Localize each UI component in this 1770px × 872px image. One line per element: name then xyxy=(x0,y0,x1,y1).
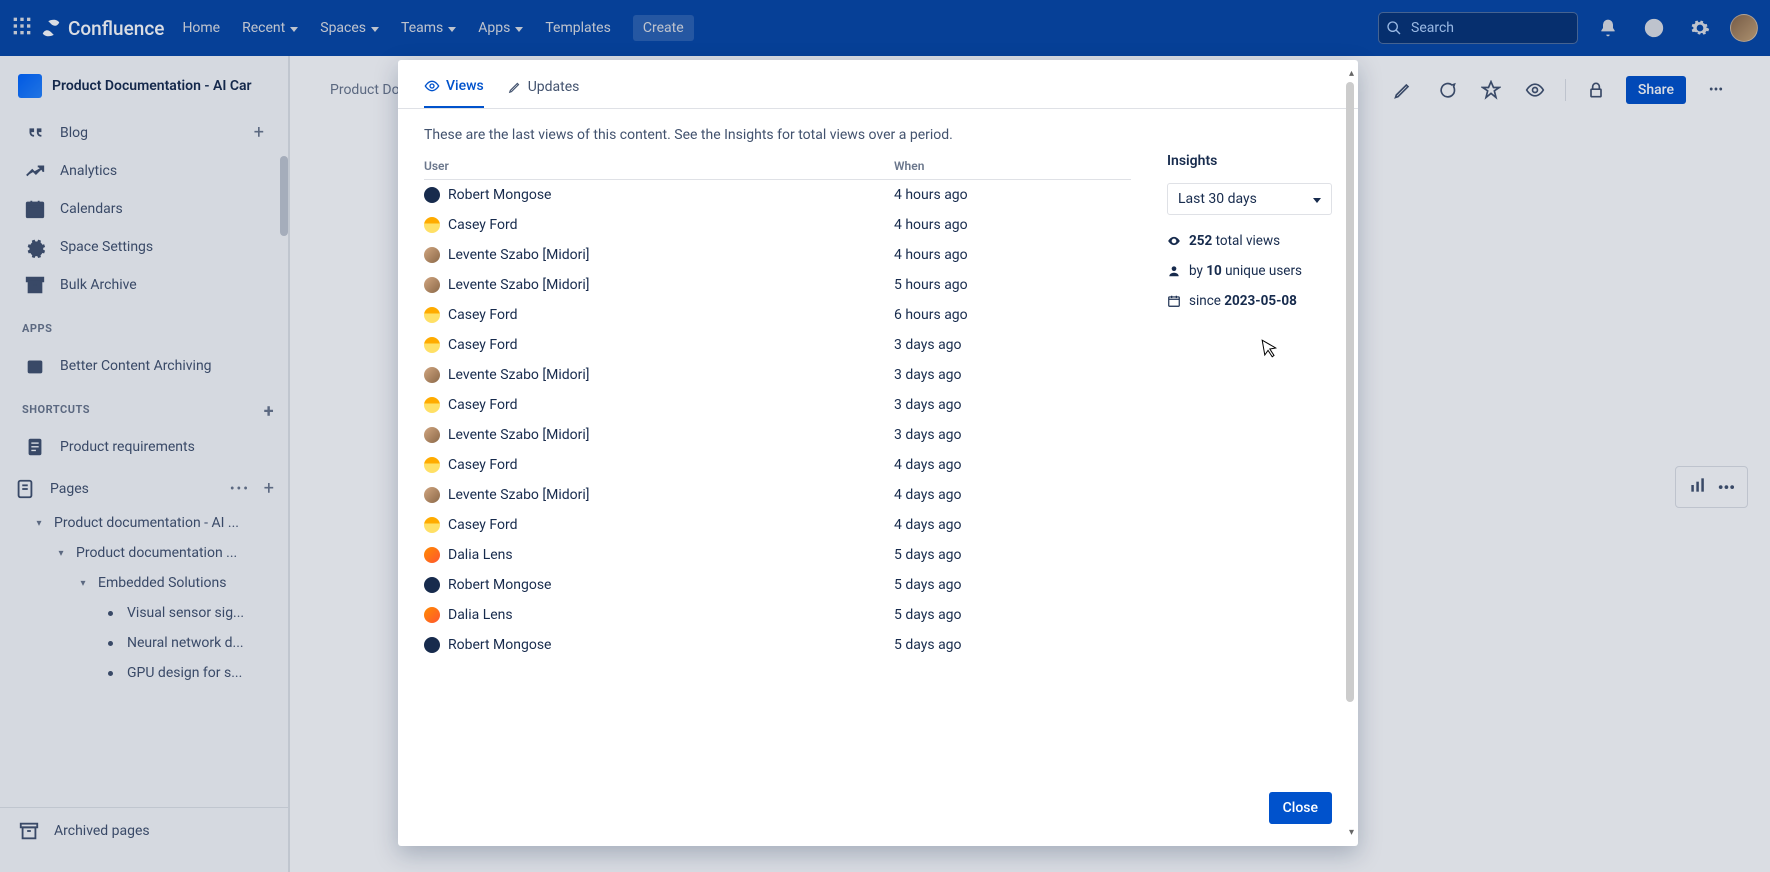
view-when: 5 days ago xyxy=(894,547,962,563)
view-when: 4 days ago xyxy=(894,517,962,533)
view-when: 4 hours ago xyxy=(894,247,968,263)
view-when: 5 hours ago xyxy=(894,277,968,293)
view-row: Robert Mongose 5 days ago xyxy=(424,630,1131,660)
view-row: Levente Szabo [Midori] 3 days ago xyxy=(424,360,1131,390)
view-when: 5 days ago xyxy=(894,577,962,593)
user-name[interactable]: Levente Szabo [Midori] xyxy=(448,277,589,293)
chevron-down-icon xyxy=(1311,191,1321,207)
view-row: Robert Mongose 4 hours ago xyxy=(424,180,1131,210)
view-row: Dalia Lens 5 days ago xyxy=(424,600,1131,630)
user-name[interactable]: Levente Szabo [Midori] xyxy=(448,247,589,263)
view-row: Robert Mongose 5 days ago xyxy=(424,570,1131,600)
view-when: 5 days ago xyxy=(894,607,962,623)
stat-users: by 10 unique users xyxy=(1167,263,1332,279)
user-name[interactable]: Robert Mongose xyxy=(448,637,551,653)
view-row: Levente Szabo [Midori] 4 days ago xyxy=(424,480,1131,510)
insights-panel: Insights Last 30 days 252 total views by… xyxy=(1167,153,1332,768)
col-when: When xyxy=(894,159,924,173)
tab-updates[interactable]: Updates xyxy=(508,78,580,108)
user-name[interactable]: Casey Ford xyxy=(448,457,517,473)
user-avatar xyxy=(424,457,440,473)
close-button[interactable]: Close xyxy=(1269,792,1332,824)
view-row: Levente Szabo [Midori] 5 hours ago xyxy=(424,270,1131,300)
user-name[interactable]: Levente Szabo [Midori] xyxy=(448,487,589,503)
period-select[interactable]: Last 30 days xyxy=(1167,183,1332,215)
modal-tabs: Views Updates xyxy=(398,60,1358,109)
view-row: Casey Ford 6 hours ago xyxy=(424,300,1131,330)
user-name[interactable]: Casey Ford xyxy=(448,337,517,353)
user-icon xyxy=(1167,264,1181,278)
eye-icon xyxy=(424,78,440,94)
user-name[interactable]: Casey Ford xyxy=(448,397,517,413)
user-name[interactable]: Dalia Lens xyxy=(448,547,513,563)
view-when: 4 hours ago xyxy=(894,187,968,203)
view-when: 4 days ago xyxy=(894,487,962,503)
user-avatar xyxy=(424,637,440,653)
user-name[interactable]: Robert Mongose xyxy=(448,577,551,593)
list-header: User When xyxy=(424,153,1131,180)
view-when: 6 hours ago xyxy=(894,307,968,323)
col-user: User xyxy=(424,159,894,173)
view-when: 3 days ago xyxy=(894,397,962,413)
view-when: 4 hours ago xyxy=(894,217,968,233)
view-when: 4 days ago xyxy=(894,457,962,473)
user-avatar xyxy=(424,547,440,563)
user-avatar xyxy=(424,367,440,383)
modal-scrollbar[interactable]: ▴ ▾ xyxy=(1342,68,1356,838)
insights-heading: Insights xyxy=(1167,153,1332,169)
user-avatar xyxy=(424,427,440,443)
view-row: Casey Ford 4 days ago xyxy=(424,450,1131,480)
views-list: User When Robert Mongose4 hours agoCasey… xyxy=(424,153,1131,768)
user-name[interactable]: Levente Szabo [Midori] xyxy=(448,427,589,443)
view-row: Dalia Lens 5 days ago xyxy=(424,540,1131,570)
eye-icon xyxy=(1167,234,1181,248)
user-name[interactable]: Robert Mongose xyxy=(448,187,551,203)
view-when: 3 days ago xyxy=(894,427,962,443)
user-name[interactable]: Casey Ford xyxy=(448,307,517,323)
view-when: 5 days ago xyxy=(894,637,962,653)
user-avatar xyxy=(424,307,440,323)
view-row: Levente Szabo [Midori] 4 hours ago xyxy=(424,240,1131,270)
user-avatar xyxy=(424,277,440,293)
view-row: Levente Szabo [Midori] 3 days ago xyxy=(424,420,1131,450)
stat-views: 252 total views xyxy=(1167,233,1332,249)
tab-views[interactable]: Views xyxy=(424,78,484,108)
view-row: Casey Ford 4 hours ago xyxy=(424,210,1131,240)
user-name[interactable]: Casey Ford xyxy=(448,517,517,533)
view-row: Casey Ford 4 days ago xyxy=(424,510,1131,540)
view-row: Casey Ford 3 days ago xyxy=(424,330,1131,360)
pencil-icon xyxy=(508,80,522,94)
user-avatar xyxy=(424,337,440,353)
modal-subtext: These are the last views of this content… xyxy=(398,109,1358,153)
view-row: Casey Ford 3 days ago xyxy=(424,390,1131,420)
user-avatar xyxy=(424,187,440,203)
user-avatar xyxy=(424,397,440,413)
user-avatar xyxy=(424,487,440,503)
views-modal: Views Updates These are the last views o… xyxy=(398,60,1358,846)
view-when: 3 days ago xyxy=(894,367,962,383)
view-when: 3 days ago xyxy=(894,337,962,353)
stat-since: since 2023-05-08 xyxy=(1167,293,1332,309)
calendar-icon xyxy=(1167,294,1181,308)
user-avatar xyxy=(424,577,440,593)
user-name[interactable]: Casey Ford xyxy=(448,217,517,233)
user-name[interactable]: Levente Szabo [Midori] xyxy=(448,367,589,383)
user-avatar xyxy=(424,247,440,263)
user-avatar xyxy=(424,517,440,533)
modal-footer: Close xyxy=(398,778,1358,846)
user-avatar xyxy=(424,607,440,623)
user-avatar xyxy=(424,217,440,233)
user-name[interactable]: Dalia Lens xyxy=(448,607,513,623)
